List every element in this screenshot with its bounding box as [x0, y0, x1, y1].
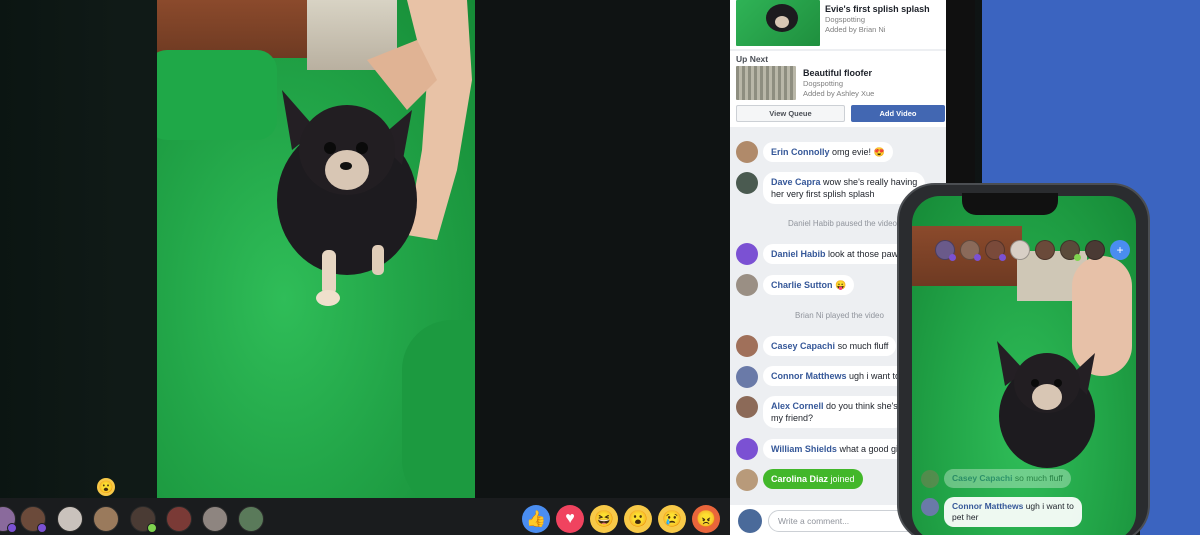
chat-message: Casey Capachi so much fluff: [763, 336, 897, 356]
message-text: what a good girl: [839, 444, 903, 454]
add-person-icon[interactable]: +: [1110, 240, 1130, 260]
message-text: do you think she's: [826, 401, 898, 411]
message-author[interactable]: Casey Capachi: [771, 341, 835, 351]
add-video-button[interactable]: Add Video: [851, 105, 945, 122]
view-queue-button[interactable]: View Queue: [736, 105, 845, 122]
viewer-avatar[interactable]: [93, 506, 119, 532]
message-author[interactable]: Casey Capachi: [952, 473, 1012, 483]
up-next-group: Dogspotting: [803, 79, 844, 88]
video-tub-edge: [402, 320, 475, 498]
joined-name[interactable]: Carolina Diaz: [771, 474, 828, 484]
message-text: 😛: [835, 280, 847, 290]
message-text: so much fluff: [837, 341, 889, 351]
chat-message: Erin Connolly omg evie! 😍: [763, 142, 893, 162]
up-next-label: Up Next: [736, 54, 769, 64]
now-playing-group: Dogspotting: [825, 15, 866, 24]
chat-message: Charlie Sutton 😛: [763, 275, 855, 295]
avatar: [736, 366, 758, 388]
dark-background: [475, 0, 730, 498]
message-text-continued: pet her: [952, 512, 979, 522]
video-dog: [277, 90, 417, 306]
avatar: [736, 274, 758, 296]
phone-viewer-avatar[interactable]: [1035, 240, 1055, 260]
joined-text: joined: [830, 474, 855, 484]
message-author[interactable]: Connor Matthews: [771, 371, 847, 381]
phone-viewer-avatar[interactable]: [935, 240, 956, 261]
chat-message: Alex Cornell do you think she's my friend…: [763, 396, 906, 428]
message-text: omg evie! 😍: [832, 147, 885, 157]
angry-reaction-button[interactable]: 😠: [692, 505, 720, 533]
now-playing-added-by: Added by Brian Ni: [825, 25, 886, 34]
message-text: look at those paws: [828, 249, 903, 259]
phone-viewer-avatar[interactable]: [1010, 240, 1030, 260]
viewer-avatar[interactable]: [20, 506, 47, 533]
system-message: Brian Ni played the video: [795, 311, 884, 320]
viewer-avatar[interactable]: [166, 506, 192, 532]
love-reaction-button[interactable]: ♥: [556, 505, 584, 533]
message-text: so much fluff: [1014, 473, 1063, 483]
chat-message: Dave Capra wow she's really having her ve…: [763, 172, 926, 204]
chat-message: William Shields what a good girl: [763, 439, 911, 459]
wow-reaction-button[interactable]: 😮: [624, 505, 652, 533]
phone-chat-message: Connor Matthews ugh i want to pet her: [944, 497, 1082, 527]
now-playing-thumbnail[interactable]: [736, 0, 820, 46]
viewer-avatar[interactable]: [202, 506, 228, 532]
avatar: [736, 243, 758, 265]
phone-viewer-avatar[interactable]: [1085, 240, 1105, 260]
message-author[interactable]: Dave Capra: [771, 177, 821, 187]
now-playing-title[interactable]: Evie's first splish splash: [825, 4, 930, 14]
avatar: [738, 509, 762, 533]
phone-video-dog: [997, 341, 1095, 468]
avatar: [736, 438, 758, 460]
avatar: [736, 396, 758, 418]
avatar: [736, 335, 758, 357]
like-reaction-button[interactable]: 👍: [522, 505, 550, 533]
avatar: [736, 141, 758, 163]
up-next-added-by: Added by Ashley Xue: [803, 89, 875, 98]
haha-reaction-button[interactable]: 😆: [590, 505, 618, 533]
message-author[interactable]: Alex Cornell: [771, 401, 824, 411]
avatar: [921, 498, 939, 516]
avatar: [921, 470, 939, 488]
message-text: ugh i want to: [1025, 501, 1074, 511]
message-author[interactable]: Connor Matthews: [952, 501, 1023, 511]
viewer-avatar[interactable]: [130, 506, 157, 533]
message-author[interactable]: Daniel Habib: [771, 249, 826, 259]
message-author[interactable]: William Shields: [771, 444, 837, 454]
message-text: wow she's really having: [823, 177, 918, 187]
message-text: ugh i want to: [849, 371, 901, 381]
system-message: Daniel Habib paused the video: [788, 219, 897, 228]
phone-viewer-avatar[interactable]: [1060, 240, 1081, 261]
chat-message: Daniel Habib look at those paws: [763, 244, 911, 264]
avatar: [736, 469, 758, 491]
watch-party-screen: 😮 👍 ♥ 😆 😮 😢 😠 Evie's first splish splash…: [0, 0, 1200, 535]
message-author[interactable]: Erin Connolly: [771, 147, 830, 157]
joined-notice: Carolina Diaz joined: [763, 469, 863, 489]
avatar: [736, 172, 758, 194]
video-tub-rim: [157, 50, 277, 140]
message-author[interactable]: Charlie Sutton: [771, 280, 833, 290]
message-text-continued: her very first splish splash: [771, 189, 875, 199]
phone-chat-message: Casey Capachi so much fluff: [944, 469, 1071, 488]
viewer-avatar[interactable]: [238, 506, 264, 532]
phone-viewer-avatar[interactable]: [985, 240, 1006, 261]
viewer-avatar[interactable]: [57, 506, 83, 532]
sad-reaction-button[interactable]: 😢: [658, 505, 686, 533]
now-playing-card[interactable]: Evie's first splish splash Dogspotting A…: [730, 0, 946, 49]
main-video-player[interactable]: [157, 0, 475, 498]
floating-wow-reaction: 😮: [97, 478, 115, 496]
phone-notch: [962, 193, 1058, 215]
up-next-thumbnail[interactable]: [736, 66, 796, 100]
message-text-continued: my friend?: [771, 413, 814, 423]
chat-message: Connor Matthews ugh i want to: [763, 366, 909, 386]
up-next-title[interactable]: Beautiful floofer: [803, 68, 872, 78]
phone-viewer-avatar[interactable]: [960, 240, 981, 261]
